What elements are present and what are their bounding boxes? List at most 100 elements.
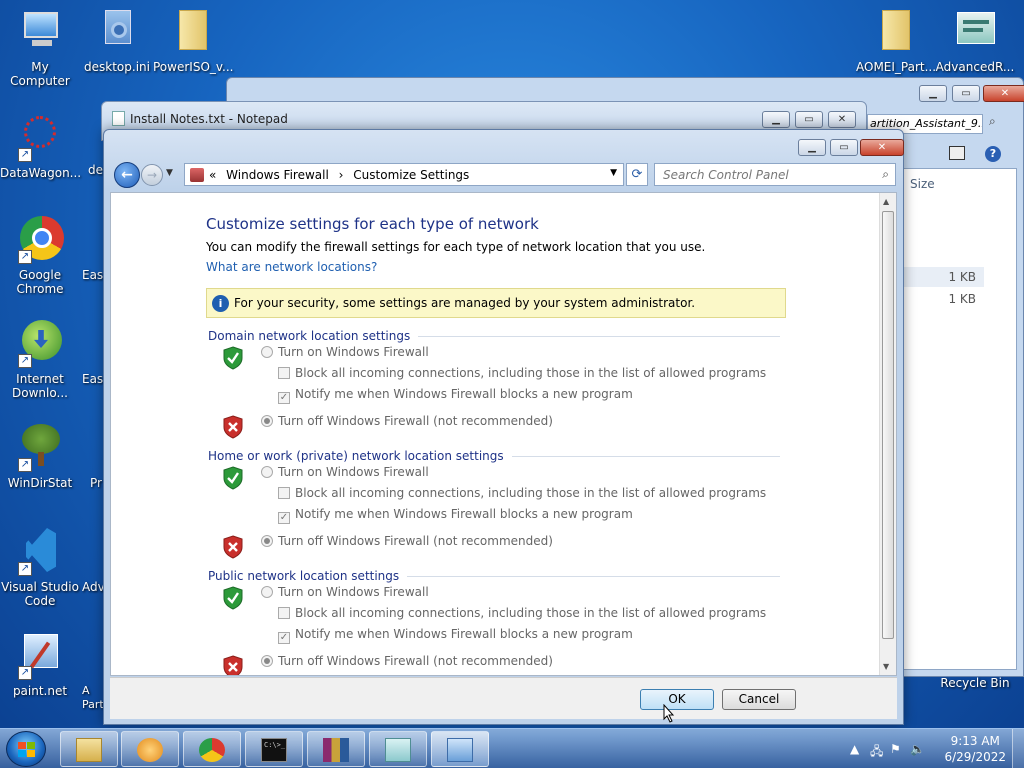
- action-center-icon[interactable]: ⚑: [890, 742, 901, 756]
- taskbar-media-player[interactable]: [121, 731, 179, 767]
- address-bar[interactable]: « Windows Firewall › Customize Settings …: [184, 163, 624, 186]
- desktop-icon-recycle-bin[interactable]: Recycle Bin: [935, 646, 1015, 690]
- forward-arrow-icon[interactable]: →: [141, 164, 163, 186]
- desktop-icon-partial-a-parti[interactable]: A Parti: [78, 684, 107, 712]
- checkmark-icon: ✓: [278, 512, 290, 524]
- explorer-column-size[interactable]: Size: [910, 177, 935, 191]
- desktop-icon-label: de: [88, 163, 103, 177]
- desktop-icon-partial-eas-2[interactable]: Eas: [78, 372, 103, 386]
- breadcrumb-customize-settings[interactable]: Customize Settings: [353, 168, 469, 182]
- private-turn-off-radio[interactable]: Turn off Windows Firewall (not recommend…: [261, 534, 553, 548]
- domain-notify-checkbox[interactable]: ✓ Notify me when Windows Firewall blocks …: [278, 387, 633, 404]
- desktop-icon-partial-eas-1[interactable]: Eas: [78, 268, 103, 282]
- breadcrumb-separator[interactable]: ›: [339, 168, 344, 182]
- show-desktop-button[interactable]: [1012, 729, 1024, 768]
- option-label: Block all incoming connections, includin…: [295, 606, 767, 620]
- explorer-maximize-button[interactable]: ▭: [952, 85, 980, 102]
- radio-selected-icon: [261, 655, 273, 667]
- explorer-close-button[interactable]: ✕: [983, 85, 1024, 102]
- clock[interactable]: 9:13 AM 6/29/2022: [944, 733, 1006, 765]
- scroll-down-icon[interactable]: ▼: [883, 662, 889, 671]
- volume-icon[interactable]: 🔈: [910, 742, 925, 756]
- desktop-icon-my-computer[interactable]: My Computer: [0, 8, 80, 88]
- desktop-icon-visual-studio-code[interactable]: ↗ Visual Studio Code: [0, 528, 80, 608]
- private-notify-checkbox[interactable]: ✓ Notify me when Windows Firewall blocks …: [278, 507, 633, 524]
- explorer-search-icon[interactable]: ⌕: [989, 114, 996, 129]
- option-label: Turn on Windows Firewall: [278, 465, 429, 479]
- notepad-maximize-button[interactable]: ▭: [795, 111, 823, 128]
- search-icon[interactable]: ⌕: [882, 167, 889, 182]
- private-block-checkbox[interactable]: Block all incoming connections, includin…: [278, 486, 766, 500]
- checkbox-icon: [278, 487, 290, 499]
- private-turn-on-radio[interactable]: Turn on Windows Firewall: [261, 465, 429, 479]
- explorer-help-icon[interactable]: ?: [985, 146, 1001, 162]
- explorer-minimize-button[interactable]: ▁: [919, 85, 947, 102]
- option-label: Block all incoming connections, includin…: [295, 486, 767, 500]
- search-placeholder: Search Control Panel: [663, 168, 789, 182]
- desktop-icon-partial-adv[interactable]: Adv: [78, 580, 105, 594]
- taskbar-notepad[interactable]: [369, 731, 427, 767]
- breadcrumb-windows-firewall[interactable]: Windows Firewall: [226, 168, 329, 182]
- red-shield-icon: [223, 655, 243, 675]
- option-label: Notify me when Windows Firewall blocks a…: [295, 387, 633, 401]
- desktop-icon-aomei[interactable]: AOMEI_Part...: [856, 8, 936, 74]
- notepad-minimize-button[interactable]: ▁: [762, 111, 790, 128]
- explorer-view-icon[interactable]: [949, 146, 965, 160]
- desktop-icon-partial-de[interactable]: de: [60, 163, 103, 177]
- cp-minimize-button[interactable]: ▁: [798, 139, 826, 156]
- explorer-icon: [76, 738, 102, 762]
- desktop-icon-label: Google Chrome: [16, 268, 64, 296]
- settings-content: Customize settings for each type of netw…: [110, 192, 897, 676]
- vertical-scrollbar[interactable]: ▲ ▼: [879, 193, 896, 675]
- desktop-icon-google-chrome[interactable]: ↗ Google Chrome: [0, 216, 80, 296]
- public-block-checkbox[interactable]: Block all incoming connections, includin…: [278, 606, 766, 620]
- desktop-icon-label: Pr: [90, 476, 102, 490]
- network-locations-link[interactable]: What are network locations?: [206, 260, 377, 274]
- desktop-icon-label: Internet Downlo...: [12, 372, 68, 400]
- desktop-icon-internet-download-manager[interactable]: ↗ Internet Downlo...: [0, 320, 80, 400]
- desktop-icon-desktop-ini[interactable]: desktop.ini: [77, 8, 157, 74]
- explorer-file-list[interactable]: Size 1 KB 1 KB: [903, 168, 1017, 670]
- desktop-icon-poweriso[interactable]: PowerISO_v...: [153, 8, 234, 74]
- recent-pages-dropdown-icon[interactable]: ▼: [166, 168, 173, 178]
- public-notify-checkbox[interactable]: ✓ Notify me when Windows Firewall blocks …: [278, 627, 633, 644]
- scrollbar-thumb[interactable]: [882, 211, 894, 639]
- system-tray: ▲ 🖧 ⚑ 🔈 9:13 AM 6/29/2022: [834, 729, 1024, 768]
- control-panel-window[interactable]: ▁ ▭ ✕ ← → ▼ « Windows Firewall › Customi…: [103, 129, 904, 725]
- scroll-up-icon[interactable]: ▲: [883, 197, 889, 206]
- public-turn-off-radio[interactable]: Turn off Windows Firewall (not recommend…: [261, 654, 553, 668]
- explorer-row-size[interactable]: 1 KB: [904, 289, 984, 309]
- notepad-close-button[interactable]: ✕: [828, 111, 856, 128]
- desktop-icon-paint-net[interactable]: ↗ paint.net: [0, 632, 80, 698]
- domain-turn-on-radio[interactable]: Turn on Windows Firewall: [261, 345, 429, 359]
- desktop-icon-partial-pr[interactable]: Pr: [78, 476, 102, 490]
- network-icon[interactable]: 🖧: [870, 742, 883, 763]
- cancel-button[interactable]: Cancel: [722, 689, 796, 710]
- breadcrumb-overflow[interactable]: «: [209, 168, 216, 182]
- public-turn-on-radio[interactable]: Turn on Windows Firewall: [261, 585, 429, 599]
- cp-maximize-button[interactable]: ▭: [830, 139, 858, 156]
- desktop-icon-windirstat[interactable]: ↗ WinDirStat: [0, 424, 80, 490]
- domain-turn-off-radio[interactable]: Turn off Windows Firewall (not recommend…: [261, 414, 553, 428]
- taskbar-cmd[interactable]: C:\>_: [245, 731, 303, 767]
- show-hidden-icons-icon[interactable]: ▲: [850, 742, 859, 756]
- checkmark-icon: ✓: [278, 632, 290, 644]
- taskbar-winrar[interactable]: [307, 731, 365, 767]
- taskbar-chrome[interactable]: [183, 731, 241, 767]
- domain-block-checkbox[interactable]: Block all incoming connections, includin…: [278, 366, 766, 380]
- cp-close-button[interactable]: ✕: [860, 139, 904, 156]
- start-button[interactable]: [6, 731, 46, 767]
- desktop-icon-advancedr[interactable]: AdvancedR...: [935, 8, 1015, 74]
- search-input[interactable]: Search Control Panel ⌕: [654, 163, 896, 186]
- address-dropdown-icon[interactable]: ▼: [610, 168, 617, 178]
- desktop-icon-label: Recycle Bin: [940, 676, 1010, 690]
- idm-icon: ↗: [16, 320, 64, 368]
- taskbar-control-panel[interactable]: [431, 731, 489, 767]
- ok-button[interactable]: OK: [640, 689, 714, 710]
- taskbar-explorer[interactable]: [60, 731, 118, 767]
- shortcut-arrow-icon: ↗: [18, 148, 32, 162]
- refresh-icon[interactable]: ⟳: [626, 163, 648, 186]
- back-arrow-icon[interactable]: ←: [114, 162, 140, 188]
- radio-icon: [261, 586, 273, 598]
- explorer-row-size[interactable]: 1 KB: [904, 267, 984, 287]
